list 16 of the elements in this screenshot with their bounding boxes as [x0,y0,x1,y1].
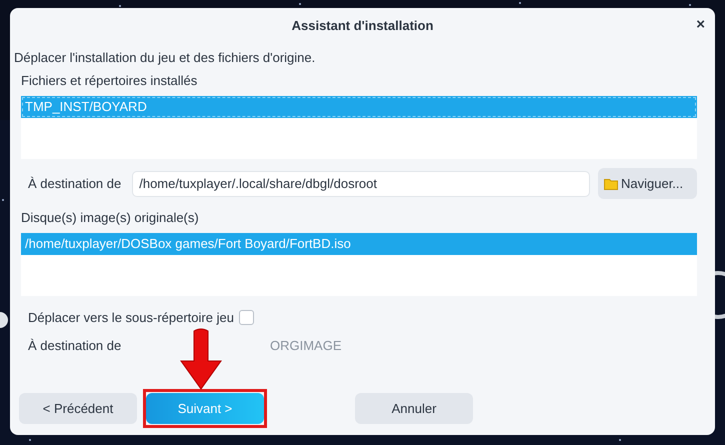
instruction-text: Déplacer l'installation du jeu et des fichiers d'origine. [14,50,316,65]
close-button[interactable]: × [696,17,705,33]
checkbox-label: Déplacer vers le sous-répertoire jeu [28,310,234,325]
group-label: Disque(s) image(s) originale(s) [21,210,200,225]
field-label: À destination de [28,176,122,191]
checkbox[interactable] [238,310,254,325]
group-label: Fichiers et répertoires installés [21,73,198,88]
destination-value: ORGIMAGE [270,338,342,353]
destination-field[interactable]: /home/tuxplayer/.local/share/dbgl/dosroot [132,170,590,196]
window-title: Assistant d'installation [292,18,434,32]
arrow-icon [179,327,223,391]
field-label: À destination de [28,338,122,353]
dialog-button[interactable]: Annuler [355,393,473,424]
folder-icon [604,178,618,190]
dialog-button[interactable]: < Précédent [19,393,137,424]
browse-button[interactable]: Naviguer... [598,168,697,199]
